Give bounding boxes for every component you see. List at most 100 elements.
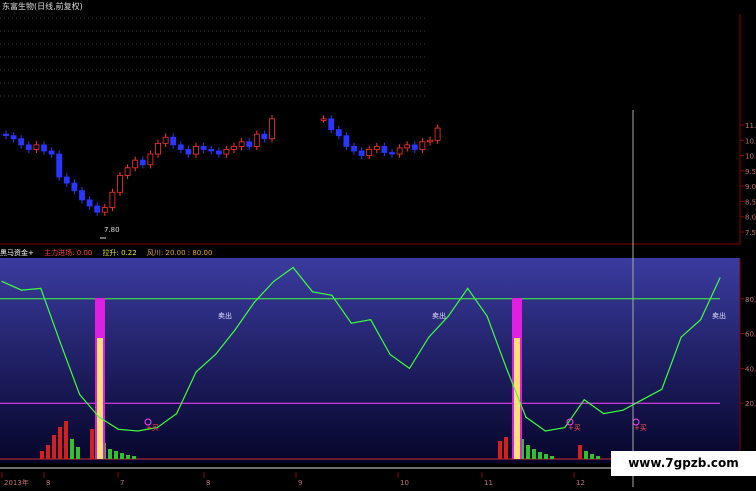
volume-bar bbox=[590, 454, 594, 459]
sell-marker: 卖出 bbox=[218, 311, 232, 320]
candle bbox=[231, 145, 237, 150]
indicator-point bbox=[59, 341, 61, 343]
volume-bar bbox=[46, 445, 50, 459]
sell-marker: 卖出 bbox=[432, 311, 446, 320]
indicator-field-3: 风川: 20.00 : 80.00 bbox=[146, 249, 213, 257]
indicator-point bbox=[117, 428, 120, 430]
candle bbox=[56, 153, 63, 178]
candle bbox=[63, 176, 70, 184]
indicator-point bbox=[622, 409, 624, 411]
candle bbox=[261, 133, 268, 140]
volume-bar bbox=[90, 429, 94, 459]
indicator-point bbox=[311, 291, 314, 293]
volume-bar bbox=[544, 454, 548, 459]
date-label: 8 bbox=[206, 479, 210, 487]
indicator-point bbox=[253, 301, 255, 303]
indicator-background bbox=[0, 258, 740, 463]
candle bbox=[10, 135, 17, 140]
candle bbox=[381, 145, 388, 153]
indicator-point bbox=[79, 393, 81, 396]
indicator-point bbox=[350, 322, 352, 324]
volume-bar bbox=[538, 452, 542, 459]
price-tick-label: 11.00 bbox=[745, 122, 756, 130]
candle bbox=[33, 144, 40, 150]
indicator-point bbox=[98, 416, 100, 418]
candle bbox=[124, 167, 131, 176]
candle bbox=[79, 190, 85, 201]
candle bbox=[373, 145, 380, 150]
indicator-point bbox=[564, 426, 566, 429]
candle bbox=[86, 199, 93, 207]
date-label: 2013年 bbox=[4, 478, 29, 487]
candle bbox=[101, 207, 108, 213]
candle bbox=[162, 136, 169, 144]
buy-marker: +买 bbox=[146, 424, 159, 432]
indicator-point bbox=[544, 430, 546, 432]
volume-bar bbox=[70, 439, 74, 459]
indicator-point bbox=[447, 315, 449, 317]
candle bbox=[71, 182, 78, 192]
indicator-point bbox=[408, 367, 411, 369]
indicator-field-1: 主力进场: 0.00 bbox=[44, 249, 93, 257]
candle bbox=[404, 144, 411, 149]
candle bbox=[223, 149, 230, 155]
candle bbox=[132, 159, 139, 169]
price-tick-label: 7.50 bbox=[745, 229, 756, 237]
chart-stage: 11.0010.5010.009.509.008.508.007.507.80 … bbox=[0, 0, 756, 487]
price-panel: 11.00 10.50 10.00 9.50 9.00 8.50 8.00 7.50 7.80 bbox=[0, 14, 756, 245]
volume-bar bbox=[584, 451, 588, 459]
candle bbox=[335, 129, 342, 137]
candle bbox=[155, 142, 161, 155]
indicator-point bbox=[176, 413, 178, 415]
candle bbox=[215, 150, 222, 155]
candle bbox=[139, 159, 146, 166]
price-tick-label: 9.00 bbox=[745, 183, 756, 191]
chart-canvas: 11.0010.5010.009.509.008.508.007.507.80 … bbox=[0, 14, 756, 487]
price-tick-label: 8.00 bbox=[745, 214, 756, 222]
candle bbox=[389, 152, 395, 155]
candle bbox=[3, 133, 9, 137]
indicator-point bbox=[486, 315, 488, 317]
candle bbox=[117, 175, 123, 193]
indicator-point bbox=[719, 277, 721, 279]
indicator-point bbox=[137, 430, 139, 432]
volume-bar bbox=[40, 451, 44, 459]
candle bbox=[269, 118, 275, 140]
indicator-header: 黑马资金+ 主力进场: 0.00 拉升: 0.22 风川: 20.00 : 80… bbox=[0, 248, 740, 258]
sell-marker: 卖出 bbox=[712, 311, 726, 320]
date-label: 8 bbox=[46, 479, 50, 487]
candle bbox=[253, 133, 260, 147]
volume-bar bbox=[58, 427, 62, 459]
volume-bar bbox=[596, 456, 600, 459]
candle bbox=[427, 139, 433, 143]
indicator-point bbox=[195, 371, 197, 373]
volume-bar bbox=[578, 445, 582, 459]
indicator-point bbox=[505, 367, 508, 369]
indicator-point bbox=[273, 280, 275, 282]
candle bbox=[246, 141, 253, 147]
indicator-point bbox=[1, 280, 3, 282]
indicator-point bbox=[292, 266, 294, 269]
candle bbox=[185, 149, 192, 155]
candle bbox=[351, 145, 357, 152]
volume-bar bbox=[526, 445, 530, 459]
candle bbox=[48, 150, 55, 155]
indicator-tick-label: 80.00 bbox=[745, 296, 756, 304]
watermark: www.7gpzb.com bbox=[611, 451, 756, 476]
candle bbox=[94, 205, 101, 213]
volume-bar bbox=[126, 455, 130, 459]
indicator-point bbox=[370, 319, 372, 321]
indicator-point bbox=[467, 287, 469, 289]
indicator-tick-label: 60.00 bbox=[745, 331, 756, 339]
indicator-point bbox=[661, 388, 663, 390]
candle bbox=[193, 145, 199, 155]
candle bbox=[208, 149, 215, 152]
candle bbox=[41, 144, 47, 152]
candle bbox=[238, 141, 245, 147]
buy-marker: +买 bbox=[634, 424, 647, 432]
indicator-point bbox=[602, 413, 605, 415]
indicator-tick-label: 40.00 bbox=[745, 365, 756, 373]
candle bbox=[396, 147, 403, 155]
indicator-point bbox=[214, 353, 217, 356]
candle bbox=[170, 136, 177, 146]
